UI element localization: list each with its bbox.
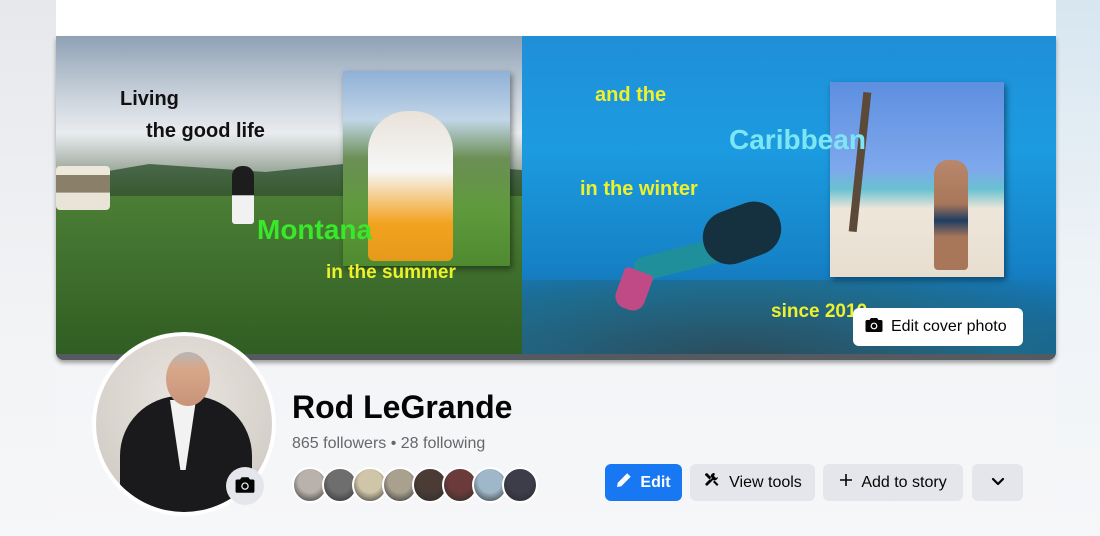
avatar-head: [166, 352, 210, 406]
more-options-button[interactable]: [972, 464, 1023, 501]
page-background-right: [1056, 0, 1100, 536]
update-profile-picture-button[interactable]: [226, 467, 264, 505]
profile-name: Rod LeGrande: [292, 389, 513, 425]
view-tools-button[interactable]: View tools: [690, 464, 815, 501]
cover-text-and-the: and the: [595, 84, 667, 106]
chevron-down-icon: [991, 474, 1005, 492]
edit-cover-photo-button[interactable]: Edit cover photo: [853, 308, 1023, 346]
pencil-icon: [616, 472, 632, 493]
beach-man: [934, 160, 968, 270]
plus-icon: [839, 473, 853, 492]
cover-text-living: Living: [120, 88, 179, 110]
cover-golf-panel: [56, 36, 522, 360]
cover-photo[interactable]: Living the good life Montana in the summ…: [56, 36, 1056, 360]
cover-text-winter: in the winter: [580, 178, 698, 200]
golf-cart: [56, 166, 110, 210]
edit-profile-button[interactable]: Edit: [605, 464, 682, 501]
top-card: [56, 0, 1056, 36]
golfer: [232, 166, 254, 224]
cover-text-good-life: the good life: [146, 120, 265, 142]
golf-man: [368, 111, 453, 261]
edit-cover-photo-label: Edit cover photo: [891, 318, 1007, 335]
cover-text-montana: Montana: [257, 214, 373, 245]
profile-follow-stats[interactable]: 865 followers • 28 following: [292, 435, 485, 453]
palm-tree: [848, 91, 872, 233]
follower-avatar[interactable]: [502, 467, 538, 503]
view-tools-label: View tools: [729, 473, 802, 491]
beach-inset-photo: [830, 82, 1004, 277]
camera-icon: [865, 317, 883, 338]
cover-text-summer: in the summer: [326, 262, 456, 283]
page-background-left: [0, 0, 56, 536]
add-to-story-button[interactable]: Add to story: [823, 464, 963, 501]
camera-icon: [235, 476, 255, 497]
diver: [612, 186, 812, 314]
add-to-story-label: Add to story: [861, 473, 947, 491]
tools-icon: [703, 471, 721, 494]
edit-profile-label: Edit: [640, 473, 671, 491]
cover-text-caribbean: Caribbean: [729, 124, 866, 155]
